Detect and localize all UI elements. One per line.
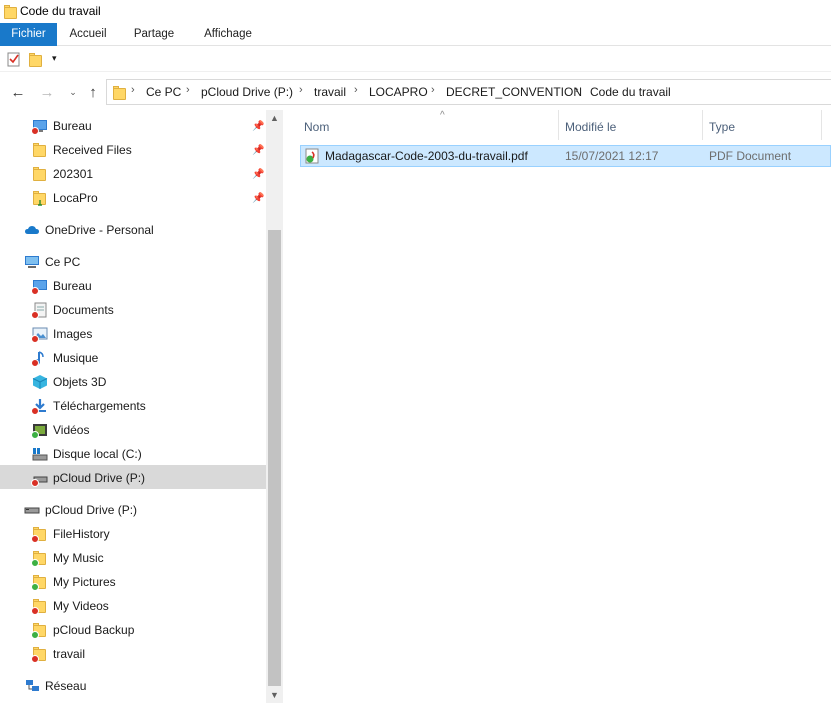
drive-icon <box>32 446 48 462</box>
music-icon <box>31 350 48 367</box>
folder-icon <box>112 85 128 101</box>
folder-icon <box>32 166 48 182</box>
breadcrumb-decret-convention[interactable]: DECRET_CONVENTION <box>446 85 582 99</box>
tab-fichier[interactable]: Fichier <box>0 23 57 46</box>
breadcrumb-ce-pc[interactable]: Ce PC <box>146 85 181 99</box>
folder-icon <box>32 142 48 158</box>
folder-icon <box>31 622 48 639</box>
breadcrumb-locapro[interactable]: LOCAPRO <box>369 85 428 99</box>
ribbon-tabs: Fichier Accueil Partage Affichage <box>0 23 831 46</box>
navigation-pane: Bureau 📌 Received Files 📌 202301 📌 LocaP… <box>0 110 283 703</box>
pin-icon[interactable]: 📌 <box>252 193 264 205</box>
file-row[interactable]: Madagascar-Code-2003-du-travail.pdf 15/0… <box>300 145 831 167</box>
breadcrumb-separator-icon[interactable]: › <box>354 84 358 96</box>
address-row: ← → ⌄ ↑ › Ce PC › pCloud Drive (P:) › tr… <box>0 76 831 108</box>
column-header-type[interactable]: Type <box>703 110 821 142</box>
file-list-pane: ^ Nom Modifié le Type Madagascar-Code-20… <box>283 110 831 703</box>
customize-toolbar-icon[interactable]: ▾ <box>52 53 57 64</box>
folder-icon <box>32 190 48 206</box>
folder-icon <box>31 598 48 615</box>
column-header-modified[interactable]: Modifié le <box>559 110 702 142</box>
breadcrumb-code-du-travail[interactable]: Code du travail <box>590 85 671 99</box>
properties-icon[interactable] <box>7 52 21 70</box>
file-type: PDF Document <box>709 149 792 163</box>
back-icon[interactable]: ← <box>9 82 27 102</box>
scroll-down-icon[interactable]: ▼ <box>266 687 283 703</box>
pdf-file-icon <box>304 148 320 167</box>
scroll-up-icon[interactable]: ▲ <box>266 110 283 126</box>
desktop-icon <box>31 278 48 295</box>
drive-icon <box>24 502 40 518</box>
forward-icon[interactable]: → <box>38 82 56 102</box>
recent-locations-icon[interactable]: ⌄ <box>64 82 82 102</box>
file-modified: 15/07/2021 12:17 <box>565 149 659 163</box>
tab-affichage[interactable]: Affichage <box>192 23 264 46</box>
breadcrumb-travail[interactable]: travail <box>314 85 346 99</box>
quick-access-toolbar: ▾ <box>0 47 831 72</box>
pin-icon[interactable]: 📌 <box>252 145 264 157</box>
pin-icon[interactable]: 📌 <box>252 121 264 133</box>
network-icon <box>24 678 40 694</box>
scroll-thumb[interactable] <box>268 230 281 686</box>
videos-icon <box>31 422 48 439</box>
window-title: Code du travail <box>20 4 101 18</box>
folder-icon <box>31 574 48 591</box>
breadcrumb-separator-icon[interactable]: › <box>431 84 435 96</box>
objects-3d-icon <box>32 374 48 390</box>
folder-icon <box>31 526 48 543</box>
desktop-icon <box>31 118 48 135</box>
breadcrumb-separator-icon[interactable]: › <box>299 84 303 96</box>
breadcrumb-separator-icon[interactable]: › <box>186 84 190 96</box>
documents-icon <box>31 302 48 319</box>
downloads-icon <box>31 398 48 415</box>
breadcrumb-separator-icon[interactable]: › <box>575 84 579 96</box>
images-icon <box>31 326 48 343</box>
folder-icon <box>31 646 48 663</box>
column-header-name[interactable]: ^ Nom <box>300 110 558 142</box>
sort-ascending-icon: ^ <box>440 110 445 121</box>
column-divider[interactable] <box>821 110 822 140</box>
folder-icon <box>31 550 48 567</box>
computer-icon <box>24 254 40 270</box>
breadcrumb-pcloud-drive[interactable]: pCloud Drive (P:) <box>201 85 293 99</box>
cloud-icon <box>24 222 40 238</box>
folder-icon <box>3 4 19 20</box>
nav-scrollbar[interactable]: ▲ ▼ <box>266 110 283 703</box>
pin-icon[interactable]: 📌 <box>252 169 264 181</box>
tab-accueil[interactable]: Accueil <box>57 23 119 46</box>
new-folder-icon[interactable] <box>28 52 44 68</box>
address-bar[interactable]: › Ce PC › pCloud Drive (P:) › travail › … <box>106 79 831 105</box>
drive-icon <box>31 470 48 487</box>
file-name: Madagascar-Code-2003-du-travail.pdf <box>325 149 528 163</box>
title-bar: Code du travail <box>0 0 831 23</box>
up-icon[interactable]: ↑ <box>84 82 102 102</box>
breadcrumb-separator-icon[interactable]: › <box>131 84 135 96</box>
tab-partage[interactable]: Partage <box>122 23 186 46</box>
